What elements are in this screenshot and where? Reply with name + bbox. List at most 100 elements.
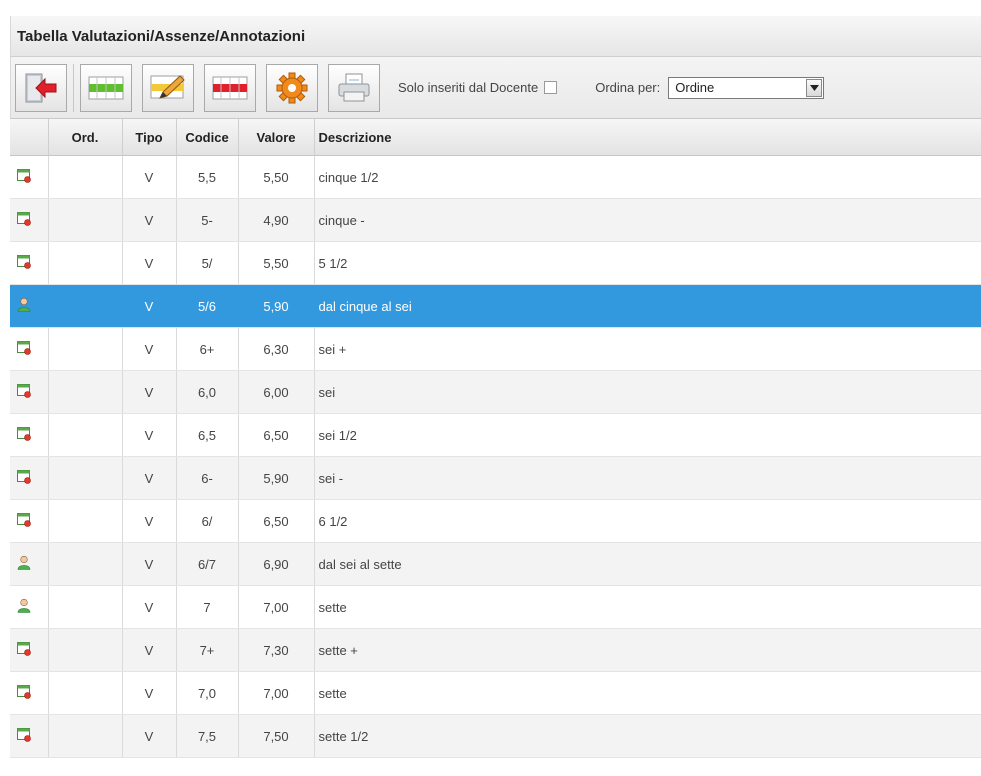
cell-descrizione: sette 1/2 [314,714,981,758]
row-icon-cell[interactable] [10,198,49,242]
cell-ord [48,241,123,285]
row-icon-cell[interactable] [10,327,49,371]
edit-row-button[interactable] [142,63,194,112]
row-icon-cell[interactable] [10,714,49,758]
cell-ord [48,499,123,543]
exit-button[interactable] [15,63,67,112]
table-row[interactable]: V 7+ 7,30 sette + [10,628,981,672]
toolbar-divider [73,63,74,112]
table-row[interactable]: V 6/7 6,90 dal sei al sette [10,542,981,586]
cell-ord [48,284,123,328]
school-register-icon [17,168,31,186]
column-header-codice[interactable]: Codice [176,119,239,156]
cell-codice: 6,0 [176,370,239,414]
school-register-icon [17,727,31,745]
cell-valore: 6,50 [238,499,315,543]
edit-pencil-icon [150,74,185,99]
row-icon-cell[interactable] [10,456,49,500]
column-header-icon [10,119,49,156]
school-register-icon [17,340,31,358]
delete-row-button[interactable] [204,63,256,112]
row-icon-cell[interactable] [10,585,49,629]
cell-codice: 6,5 [176,413,239,457]
table-row[interactable]: V 7,5 7,50 sette 1/2 [10,714,981,758]
cell-codice: 6/7 [176,542,239,586]
delete-row-red-icon [212,76,248,99]
school-register-icon [17,383,31,401]
settings-button[interactable] [266,63,318,112]
row-icon-cell[interactable] [10,542,49,586]
grades-table: Ord. Tipo Codice Valore Descrizione V 5,5… [10,119,981,758]
cell-valore: 5,50 [238,241,315,285]
solo-docente-checkbox[interactable] [544,81,558,94]
cell-ord [48,413,123,457]
column-header-valore[interactable]: Valore [238,119,315,156]
table-row[interactable]: V 5- 4,90 cinque - [10,198,981,242]
cell-codice: 6/ [176,499,239,543]
add-row-button[interactable] [80,63,132,112]
cell-codice: 6+ [176,327,239,371]
teacher-user-icon [17,598,31,616]
order-select[interactable]: Ordine [668,76,825,99]
table-row[interactable]: V 6- 5,90 sei - [10,456,981,500]
table-row[interactable]: V 6+ 6,30 sei + [10,327,981,371]
cell-ord [48,714,123,758]
cell-descrizione: sei - [314,456,981,500]
row-icon-cell[interactable] [10,284,49,328]
print-button[interactable] [328,63,380,112]
cell-descrizione: sette + [314,628,981,672]
cell-tipo: V [122,671,177,715]
cell-ord [48,456,123,500]
chevron-down-icon[interactable] [806,78,823,97]
cell-ord [48,542,123,586]
cell-codice: 7 [176,585,239,629]
cell-tipo: V [122,413,177,457]
cell-valore: 6,50 [238,413,315,457]
cell-valore: 7,00 [238,585,315,629]
cell-codice: 6- [176,456,239,500]
row-icon-cell[interactable] [10,628,49,672]
table-row[interactable]: V 5/5,50 5 1/2 [10,241,981,285]
column-header-descrizione[interactable]: Descrizione [314,119,981,156]
cell-valore: 6,90 [238,542,315,586]
school-register-icon [17,641,31,659]
cell-descrizione: cinque 1/2 [314,155,981,199]
cell-descrizione: sette [314,585,981,629]
row-icon-cell[interactable] [10,241,49,285]
row-icon-cell[interactable] [10,413,49,457]
row-icon-cell[interactable] [10,370,49,414]
table-row[interactable]: V 5,5 5,50 cinque 1/2 [10,155,981,199]
column-header-ord[interactable]: Ord. [48,119,123,156]
cell-ord [48,671,123,715]
cell-codice: 5/6 [176,284,239,328]
row-icon-cell[interactable] [10,499,49,543]
printer-icon [338,73,370,101]
cell-tipo: V [122,241,177,285]
row-icon-cell[interactable] [10,671,49,715]
cell-tipo: V [122,155,177,199]
cell-valore: 7,30 [238,628,315,672]
table-row[interactable]: V 7,0 7,00 sette [10,671,981,715]
row-icon-cell[interactable] [10,155,49,199]
cell-ord [48,628,123,672]
table-row[interactable]: V 6/6,50 6 1/2 [10,499,981,543]
cell-valore: 5,90 [238,284,315,328]
table-row[interactable]: V 7 7,00 sette [10,585,981,629]
title-bar: Tabella Valutazioni/Assenze/Annotazioni [10,16,981,57]
column-header-tipo[interactable]: Tipo [122,119,177,156]
filter-label: Solo inseriti dal Docente [398,80,539,95]
table-header-row: Ord. Tipo Codice Valore Descrizione [10,119,981,156]
table-row[interactable]: V 5/6 5,90 dal cinque al sei [10,284,981,328]
cell-descrizione: sette [314,671,981,715]
cell-descrizione: sei + [314,327,981,371]
toolbar: Solo inseriti dal Docente Ordina per: Or… [10,57,981,119]
cell-ord [48,155,123,199]
table-row[interactable]: V 6,5 6,50 sei 1/2 [10,413,981,457]
panel-title: Tabella Valutazioni/Assenze/Annotazioni [17,27,306,45]
cell-descrizione: cinque - [314,198,981,242]
table-row[interactable]: V 6,0 6,00 sei [10,370,981,414]
school-register-icon [17,211,31,229]
order-label: Ordina per: [595,80,661,95]
cell-descrizione: 5 1/2 [314,241,981,285]
school-register-icon [17,469,31,487]
